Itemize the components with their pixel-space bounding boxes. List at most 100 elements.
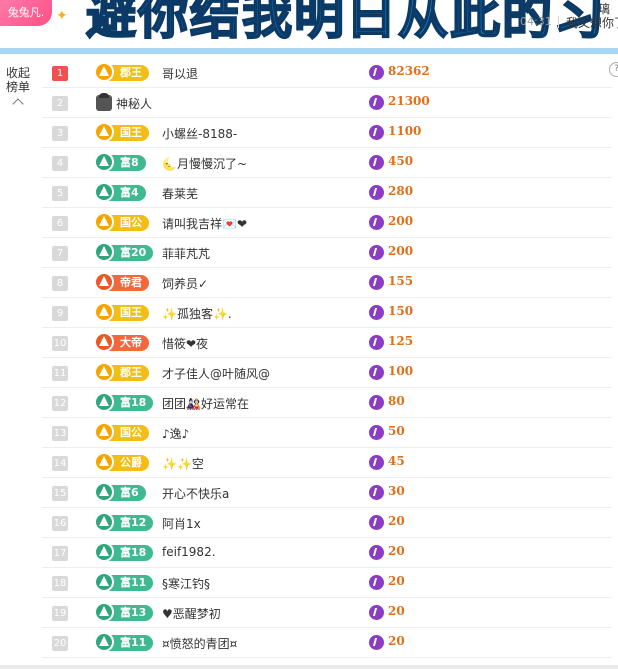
rank-number: 14 xyxy=(52,456,68,471)
user-name[interactable]: §寒江钓§ xyxy=(162,575,210,592)
rank-row[interactable]: 17 富18 feif1982. 20 xyxy=(42,538,612,568)
contribution-value: 200 xyxy=(388,244,414,258)
lightning-icon xyxy=(369,485,384,500)
crown-icon xyxy=(94,422,114,442)
rank-number: 13 xyxy=(52,426,68,441)
user-name[interactable]: 小螺丝-8188- xyxy=(162,125,237,142)
level-badge: 富11 xyxy=(94,632,154,652)
level-badge: 国王 xyxy=(94,122,149,142)
badge-label: 国公 xyxy=(120,216,142,229)
rank-row[interactable]: 3 国王 小螺丝-8188- 1100 xyxy=(42,118,612,148)
contribution-value: 200 xyxy=(388,214,414,228)
level-badge: 富18 xyxy=(94,542,154,562)
rank-row[interactable]: 2 神秘人 21300 xyxy=(42,88,612,118)
rank-number: 18 xyxy=(52,576,68,591)
user-name[interactable]: 神秘人 xyxy=(116,95,152,112)
rank-row[interactable]: 19 富13 ♥恶醒梦初 20 xyxy=(42,598,612,628)
badge-label: 国王 xyxy=(120,306,142,319)
rank-row[interactable]: 10 大帝 惜筱❤夜 125 xyxy=(42,328,612,358)
rank-row[interactable]: 11 郡王 才子佳人@叶随风@ 100 xyxy=(42,358,612,388)
collapse-rank-toggle[interactable]: 收起榜单 xyxy=(4,66,32,110)
rank-row[interactable]: 13 国公 ♪逸♪ 50 xyxy=(42,418,612,448)
lightning-icon xyxy=(369,575,384,590)
lightning-icon xyxy=(369,95,384,110)
lightning-icon xyxy=(369,245,384,260)
rank-row[interactable]: 7 富20 菲菲芃芃 200 xyxy=(42,238,612,268)
collapse-label: 收起榜单 xyxy=(5,66,30,94)
lightning-icon xyxy=(369,65,384,80)
user-name[interactable]: 请叫我吉祥💌❤ xyxy=(162,215,247,232)
lightning-icon xyxy=(369,155,384,170)
lightning-icon xyxy=(369,605,384,620)
rank-row[interactable]: 12 富18 团团🎎好运常在 80 xyxy=(42,388,612,418)
lightning-icon xyxy=(369,395,384,410)
crown-icon xyxy=(94,542,114,562)
rank-number: 16 xyxy=(52,516,68,531)
lightning-icon xyxy=(369,335,384,350)
contribution-value: 45 xyxy=(388,454,405,468)
badge-label: 富20 xyxy=(120,246,147,259)
contribution-value: 20 xyxy=(388,514,405,528)
rank-number: 1 xyxy=(52,66,68,81)
user-name[interactable]: feif1982. xyxy=(162,545,216,559)
rank-row[interactable]: 9 国王 ✨孤独客✨. 150 xyxy=(42,298,612,328)
user-name[interactable]: ♪逸♪ xyxy=(162,425,189,442)
rank-row[interactable]: 20 富11 ¤愤怒的青团¤ 20 xyxy=(42,628,612,658)
rank-row[interactable]: 1 郡王 哥以退 82362 xyxy=(42,58,612,88)
level-badge: 富20 xyxy=(94,242,154,262)
crown-icon xyxy=(94,182,114,202)
user-name[interactable]: 菲菲芃芃 xyxy=(162,245,210,262)
chat-time: 04:31 xyxy=(520,15,552,28)
user-name[interactable]: ✨✨空 xyxy=(162,455,204,472)
lightning-icon xyxy=(369,635,384,650)
rank-row[interactable]: 4 富8 🌜月慢慢沉了~ 450 xyxy=(42,148,612,178)
lightning-icon xyxy=(369,515,384,530)
user-name[interactable]: 阿肖1x xyxy=(162,515,201,532)
rank-row[interactable]: 8 帝君 饲养员✓ 155 xyxy=(42,268,612,298)
lightning-icon xyxy=(369,185,384,200)
badge-label: 郡王 xyxy=(120,66,142,79)
rank-row[interactable]: 15 富6 开心不快乐a 30 xyxy=(42,478,612,508)
lightning-icon xyxy=(369,275,384,290)
badge-label: 富13 xyxy=(120,606,147,619)
rank-row[interactable]: 5 富4 春莱芜 280 xyxy=(42,178,612,208)
contribution-value: 150 xyxy=(388,304,414,318)
horizontal-scrollbar[interactable] xyxy=(0,665,618,669)
rank-number: 12 xyxy=(52,396,68,411)
user-name[interactable]: 🌜月慢慢沉了~ xyxy=(162,155,247,172)
rank-row[interactable]: 14 公爵 ✨✨空 45 xyxy=(42,448,612,478)
chat-message: 我又想你了 xyxy=(566,16,618,30)
contribution-value: 21300 xyxy=(388,94,430,108)
user-name[interactable]: 哥以退 xyxy=(162,65,198,82)
contribution-value: 82362 xyxy=(388,64,430,78)
level-badge: 富12 xyxy=(94,512,154,532)
crown-icon xyxy=(94,482,114,502)
crown-icon xyxy=(94,452,114,472)
rank-number: 17 xyxy=(52,546,68,561)
rank-row[interactable]: 6 国公 请叫我吉祥💌❤ 200 xyxy=(42,208,612,238)
rank-row[interactable]: 18 富11 §寒江钓§ 20 xyxy=(42,568,612,598)
level-badge: 郡王 xyxy=(94,362,149,382)
contribution-value: 80 xyxy=(388,394,405,408)
rank-number: 19 xyxy=(52,606,68,621)
level-badge: 国王 xyxy=(94,302,149,322)
badge-label: 富4 xyxy=(120,186,139,199)
contribution-value: 100 xyxy=(388,364,414,378)
rank-number: 15 xyxy=(52,486,68,501)
user-name[interactable]: 才子佳人@叶随风@ xyxy=(162,365,270,382)
lightning-icon xyxy=(369,545,384,560)
user-name[interactable]: 团团🎎好运常在 xyxy=(162,395,249,412)
user-name[interactable]: 春莱芜 xyxy=(162,185,198,202)
chat-separator xyxy=(558,16,559,28)
user-name[interactable]: 开心不快乐a xyxy=(162,485,229,502)
user-name[interactable]: 惜筱❤夜 xyxy=(162,335,208,352)
level-badge: 富13 xyxy=(94,602,154,622)
user-name[interactable]: ¤愤怒的青团¤ xyxy=(162,635,237,652)
user-name[interactable]: 饲养员✓ xyxy=(162,275,208,292)
user-name[interactable]: ♥恶醒梦初 xyxy=(162,605,221,622)
room-banner: 兔兔凡. ✦ 避你结我明日从此的习 璃 04:31 我又想你了 xyxy=(0,0,618,48)
rank-row[interactable]: 16 富12 阿肖1x 20 xyxy=(42,508,612,538)
contribution-value: 50 xyxy=(388,424,405,438)
user-name[interactable]: ✨孤独客✨. xyxy=(162,305,232,322)
crown-icon xyxy=(94,122,114,142)
